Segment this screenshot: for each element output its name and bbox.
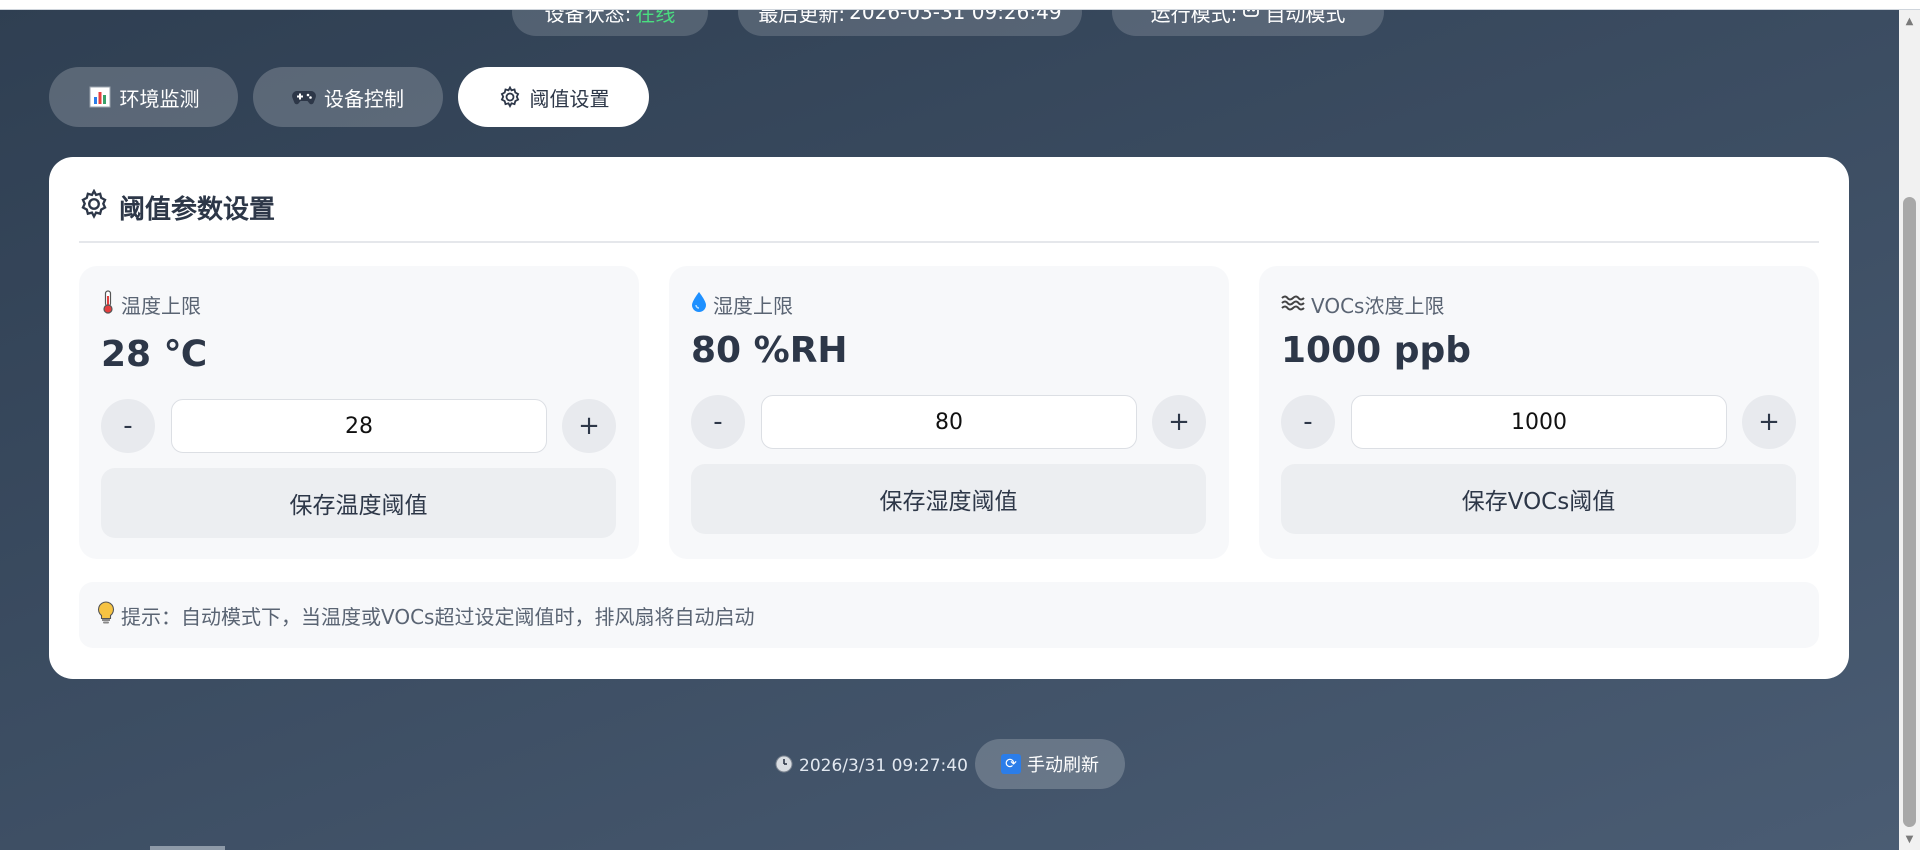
temperature-threshold-card: 温度上限 28 ℃ - + 保存温度阈值 xyxy=(79,266,639,559)
card-label: VOCs浓度上限 xyxy=(1281,290,1444,319)
gear-icon xyxy=(79,188,109,226)
vertical-scrollbar[interactable]: ▲ ▼ xyxy=(1899,10,1920,850)
scroll-thumb[interactable] xyxy=(1903,197,1916,827)
card-label: 温度上限 xyxy=(101,290,201,319)
tab-label: 环境监测 xyxy=(119,86,200,111)
tab-threshold-settings[interactable]: 阈值设置 xyxy=(458,67,649,127)
tab-label: 设备控制 xyxy=(324,86,404,111)
footer-time-text: 2026/3/31 09:27:40 xyxy=(799,756,968,776)
card-label: 湿度上限 xyxy=(691,290,793,319)
temperature-value-display: 28 ℃ xyxy=(101,334,208,375)
scroll-up-arrow-icon[interactable]: ▲ xyxy=(1899,12,1920,30)
threshold-panel: 阈值参数设置 温度上限 28 ℃ - + 保存温度阈值 湿度上限 80 %RH … xyxy=(49,157,1849,679)
footer-timestamp: 2026/3/31 09:27:40 xyxy=(775,753,968,779)
vocs-label: VOCs浓度上限 xyxy=(1311,294,1445,318)
vocs-decrement-button[interactable]: - xyxy=(1281,395,1335,449)
refresh-icon: ⟳ xyxy=(1001,754,1021,774)
vocs-input[interactable] xyxy=(1351,395,1727,449)
temperature-input[interactable] xyxy=(171,399,547,453)
gear-icon xyxy=(498,85,522,109)
panel-title: 阈值参数设置 xyxy=(79,187,275,227)
bar-chart-icon xyxy=(88,85,112,109)
humidity-input[interactable] xyxy=(761,395,1137,449)
thermometer-icon xyxy=(101,290,115,319)
temperature-increment-button[interactable]: + xyxy=(562,399,616,453)
temperature-label: 温度上限 xyxy=(121,294,201,318)
scroll-down-arrow-icon[interactable]: ▼ xyxy=(1899,830,1920,848)
manual-refresh-button[interactable]: ⟳ 手动刷新 xyxy=(975,739,1125,789)
tab-environment-monitor[interactable]: 环境监测 xyxy=(49,67,238,127)
gamepad-icon xyxy=(292,85,316,109)
save-vocs-button[interactable]: 保存VOCs阈值 xyxy=(1281,464,1796,534)
hint-text: 提示：自动模式下，当温度或VOCs超过设定阈值时，排风扇将自动启动 xyxy=(121,604,755,629)
save-humidity-button[interactable]: 保存湿度阈值 xyxy=(691,464,1206,534)
vocs-value-display: 1000 ppb xyxy=(1281,330,1472,371)
hint-box: 提示：自动模式下，当温度或VOCs超过设定阈值时，排风扇将自动启动 xyxy=(79,582,1819,648)
save-temperature-button[interactable]: 保存温度阈值 xyxy=(101,468,616,538)
panel-divider xyxy=(79,241,1819,243)
humidity-decrement-button[interactable]: - xyxy=(691,395,745,449)
temperature-decrement-button[interactable]: - xyxy=(101,399,155,453)
vocs-threshold-card: VOCs浓度上限 1000 ppb - + 保存VOCs阈值 xyxy=(1259,266,1819,559)
clock-icon xyxy=(775,755,793,778)
vocs-increment-button[interactable]: + xyxy=(1742,395,1796,449)
panel-title-text: 阈值参数设置 xyxy=(119,194,276,225)
water-drop-icon xyxy=(691,291,707,318)
humidity-increment-button[interactable]: + xyxy=(1152,395,1206,449)
waves-icon xyxy=(1281,293,1305,317)
humidity-label: 湿度上限 xyxy=(713,294,793,318)
lightbulb-icon xyxy=(97,600,115,630)
humidity-value-display: 80 %RH xyxy=(691,330,848,371)
tab-device-control[interactable]: 设备控制 xyxy=(253,67,443,127)
browser-top-edge xyxy=(0,0,1920,10)
humidity-threshold-card: 湿度上限 80 %RH - + 保存湿度阈值 xyxy=(669,266,1229,559)
refresh-label: 手动刷新 xyxy=(1027,755,1099,776)
bottom-edge-indicator xyxy=(150,846,225,850)
tab-label: 阈值设置 xyxy=(529,86,610,111)
